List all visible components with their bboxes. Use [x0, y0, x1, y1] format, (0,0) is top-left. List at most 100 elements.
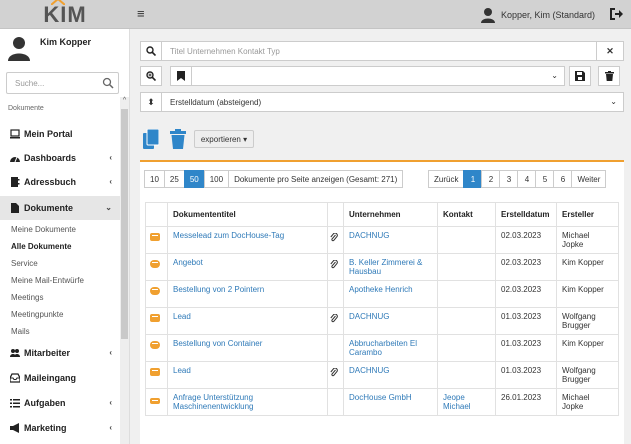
chevron-left-icon: ‹ — [109, 153, 112, 162]
company-link[interactable]: B. Keller Zimmerei & Hausbau — [343, 253, 438, 281]
trash-icon[interactable] — [170, 129, 186, 149]
chevron-down-icon: ⌄ — [610, 97, 617, 106]
paperclip-icon[interactable] — [330, 367, 338, 378]
document-title-link[interactable]: Lead — [167, 307, 328, 335]
saved-filter-select[interactable]: ⌄ — [191, 66, 565, 86]
search-button[interactable] — [140, 41, 162, 61]
chevron-left-icon: ‹ — [109, 177, 112, 186]
page-button-5[interactable]: 5 — [535, 170, 555, 188]
contact-link[interactable] — [437, 361, 496, 389]
logo[interactable]: KIM — [0, 0, 130, 29]
table-row[interactable]: Messelead zum DocHouse-Tag DACHNUG 02.03… — [145, 226, 619, 254]
page-size-50[interactable]: 50 — [183, 170, 205, 188]
sidebar-subitem-alle-dokumente[interactable]: Alle Dokumente — [11, 242, 71, 251]
created-date: 01.03.2023 — [495, 307, 557, 335]
sidebar-subitem-mails[interactable]: Mails — [11, 327, 30, 336]
document-title-link[interactable]: Lead — [167, 361, 328, 389]
contact-link[interactable]: Jeope Michael — [437, 388, 496, 416]
documents-table-body: Messelead zum DocHouse-Tag DACHNUG 02.03… — [145, 226, 619, 416]
sidebar-scrollbar[interactable]: ^ — [120, 97, 129, 444]
bookmark-button[interactable] — [170, 66, 192, 86]
page-button-1[interactable]: 1 — [463, 170, 483, 188]
column-header-date[interactable]: Erstelldatum — [495, 202, 557, 227]
page-button-6[interactable]: 6 — [553, 170, 573, 188]
column-header-creator[interactable]: Ersteller — [556, 202, 619, 227]
sidebar-item-dokumente[interactable]: Dokumente ⌄ — [0, 196, 120, 220]
paperclip-icon[interactable] — [330, 232, 338, 243]
copy-icon[interactable] — [143, 129, 159, 149]
page-button-2[interactable]: 2 — [481, 170, 501, 188]
contact-link[interactable] — [437, 307, 496, 335]
save-icon — [575, 71, 585, 81]
user-menu[interactable]: Kopper, Kim (Standard) — [480, 0, 595, 29]
sidebar-subitem-service[interactable]: Service — [11, 259, 38, 268]
page-size-10[interactable]: 10 — [144, 170, 165, 188]
paperclip-icon[interactable] — [330, 259, 338, 270]
document-search-input[interactable]: Titel Unternehmen Kontakt Typ — [161, 41, 597, 61]
company-link[interactable]: DACHNUG — [343, 226, 438, 254]
sort-button[interactable]: ⬍ — [140, 92, 162, 112]
page-size-25[interactable]: 25 — [163, 170, 185, 188]
contact-link[interactable] — [437, 253, 496, 281]
zoom-button[interactable] — [140, 66, 162, 86]
sidebar-item-maileingang[interactable]: Maileingang — [0, 366, 120, 390]
table-row[interactable]: Lead DACHNUG 01.03.2023 Wolfgang Brugger — [145, 361, 619, 389]
hamburger-menu-icon[interactable]: ≡ — [137, 6, 145, 21]
sidebar-search-input[interactable]: Suche... — [6, 72, 119, 94]
delete-filter-button[interactable] — [598, 66, 620, 86]
document-title-link[interactable]: Messelead zum DocHouse-Tag — [167, 226, 328, 254]
table-row[interactable]: Bestellung von 2 Pointern Apotheke Henri… — [145, 280, 619, 308]
column-header-company[interactable]: Unternehmen — [343, 202, 438, 227]
company-link[interactable]: Apotheke Henrich — [343, 280, 438, 308]
page-button-3[interactable]: 3 — [499, 170, 519, 188]
logout-icon[interactable] — [609, 7, 623, 21]
sidebar-item-adressbuch[interactable]: Adressbuch ‹ — [0, 170, 120, 194]
table-row[interactable]: Anfrage Unterstützung Maschinenentwicklu… — [145, 388, 619, 416]
users-icon — [10, 349, 20, 357]
next-page-button[interactable]: Weiter — [571, 170, 607, 188]
sidebar-item-dashboards[interactable]: Dashboards ‹ — [0, 146, 120, 170]
paperclip-icon[interactable] — [330, 313, 338, 324]
sidebar-subitem-meine-dokumente[interactable]: Meine Dokumente — [11, 225, 76, 234]
company-link[interactable]: DocHouse GmbH — [343, 388, 438, 416]
scroll-up-icon[interactable]: ^ — [121, 97, 128, 107]
sidebar-item-aufgaben[interactable]: Aufgaben ‹ — [0, 391, 120, 415]
column-header-contact[interactable]: Kontakt — [437, 202, 496, 227]
table-row[interactable]: Bestellung von Container Abbrucharbeiten… — [145, 334, 619, 362]
addressbook-icon — [11, 177, 20, 187]
company-link[interactable]: DACHNUG — [343, 361, 438, 389]
user-name: Kopper, Kim (Standard) — [500, 9, 595, 20]
clear-search-button[interactable]: ✕ — [596, 41, 624, 61]
column-header-title[interactable]: Dokumententitel — [167, 202, 328, 227]
contact-link[interactable] — [437, 226, 496, 254]
created-date: 01.03.2023 — [495, 361, 557, 389]
page-button-4[interactable]: 4 — [517, 170, 537, 188]
dashboard-icon — [10, 156, 20, 163]
prev-page-button[interactable]: Zurück — [428, 170, 465, 188]
document-title-link[interactable]: Angebot — [167, 253, 328, 281]
sidebar-subitem-meetingpunkte[interactable]: Meetingpunkte — [11, 310, 63, 319]
sidebar-item-mitarbeiter[interactable]: Mitarbeiter ‹ — [0, 341, 120, 365]
export-button[interactable]: exportieren ▾ — [194, 130, 254, 148]
sidebar-section-label: Dokumente — [8, 105, 44, 112]
contact-link[interactable] — [437, 280, 496, 308]
sidebar-subitem-mail-entwuerfe[interactable]: Meine Mail-Entwürfe — [11, 276, 84, 285]
sidebar-item-marketing[interactable]: Marketing ‹ — [0, 416, 120, 440]
document-title-link[interactable]: Bestellung von 2 Pointern — [167, 280, 328, 308]
table-row[interactable]: Angebot B. Keller Zimmerei & Hausbau 02.… — [145, 253, 619, 281]
document-title-link[interactable]: Bestellung von Container — [167, 334, 328, 362]
table-row[interactable]: Lead DACHNUG 01.03.2023 Wolfgang Brugger — [145, 307, 619, 335]
chevron-left-icon: ‹ — [109, 423, 112, 432]
company-link[interactable]: Abbrucharbeiten El Carambo — [343, 334, 438, 362]
company-link[interactable]: DACHNUG — [343, 307, 438, 335]
search-icon[interactable] — [102, 77, 114, 89]
contact-link[interactable] — [437, 334, 496, 362]
creator-name: Wolfgang Brugger — [556, 307, 619, 335]
document-title-link[interactable]: Anfrage Unterstützung Maschinenentwicklu… — [167, 388, 328, 416]
sort-select[interactable]: Erstelldatum (absteigend) ⌄ — [161, 92, 624, 112]
sidebar-subitem-meetings[interactable]: Meetings — [11, 293, 43, 302]
scrollbar-thumb[interactable] — [121, 109, 128, 339]
page-size-100[interactable]: 100 — [203, 170, 230, 188]
sidebar-item-mein-portal[interactable]: Mein Portal — [0, 122, 120, 146]
save-filter-button[interactable] — [569, 66, 591, 86]
